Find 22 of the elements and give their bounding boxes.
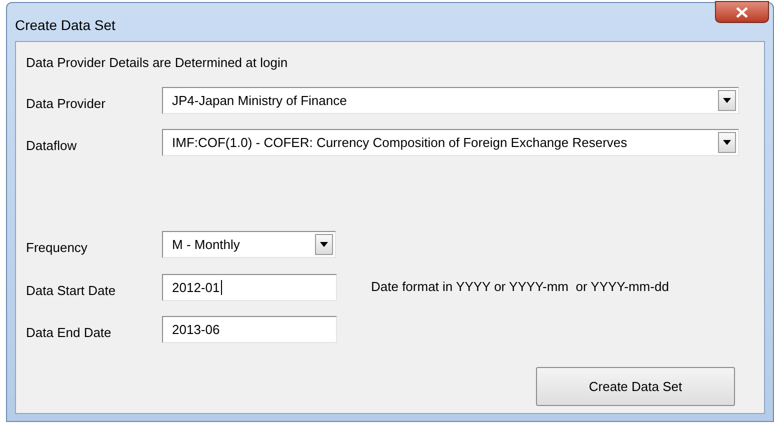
- field-label: Data Provider: [26, 94, 106, 113]
- field-label: Data End Date: [26, 324, 112, 342]
- intro-text: Data Provider Details are Determined at login: [26, 55, 289, 71]
- dropdown[interactable]: IMF:COF(1.0) - COFER: Currency Composition of Foreign Exchange Reserves: [162, 129, 739, 156]
- input-field[interactable]: 2012-01: [162, 274, 337, 301]
- dropdown-button[interactable]: [718, 90, 736, 111]
- dropdown[interactable]: JP4-Japan Ministry of Finance: [162, 87, 739, 114]
- close-icon: [736, 6, 748, 18]
- input-field[interactable]: 2013-06: [162, 316, 337, 343]
- hint-text: Date format in YYYY or YYYY-mm or YYYY-mm-dd: [371, 278, 669, 296]
- field-label: Dataflow: [26, 136, 78, 155]
- close-button[interactable]: [715, 1, 769, 23]
- dropdown-button[interactable]: [315, 234, 333, 255]
- dropdown[interactable]: M - Monthly: [162, 231, 336, 258]
- caret-icon: [723, 140, 731, 145]
- create-button[interactable]: Create Data Set: [536, 367, 735, 406]
- window-title: Create Data Set: [15, 16, 116, 35]
- dropdown-button[interactable]: [718, 132, 736, 153]
- caret-icon: [723, 98, 731, 103]
- field-label: Data Start Date: [26, 282, 117, 300]
- caret-icon: [320, 242, 328, 247]
- field-label: Frequency: [26, 238, 88, 257]
